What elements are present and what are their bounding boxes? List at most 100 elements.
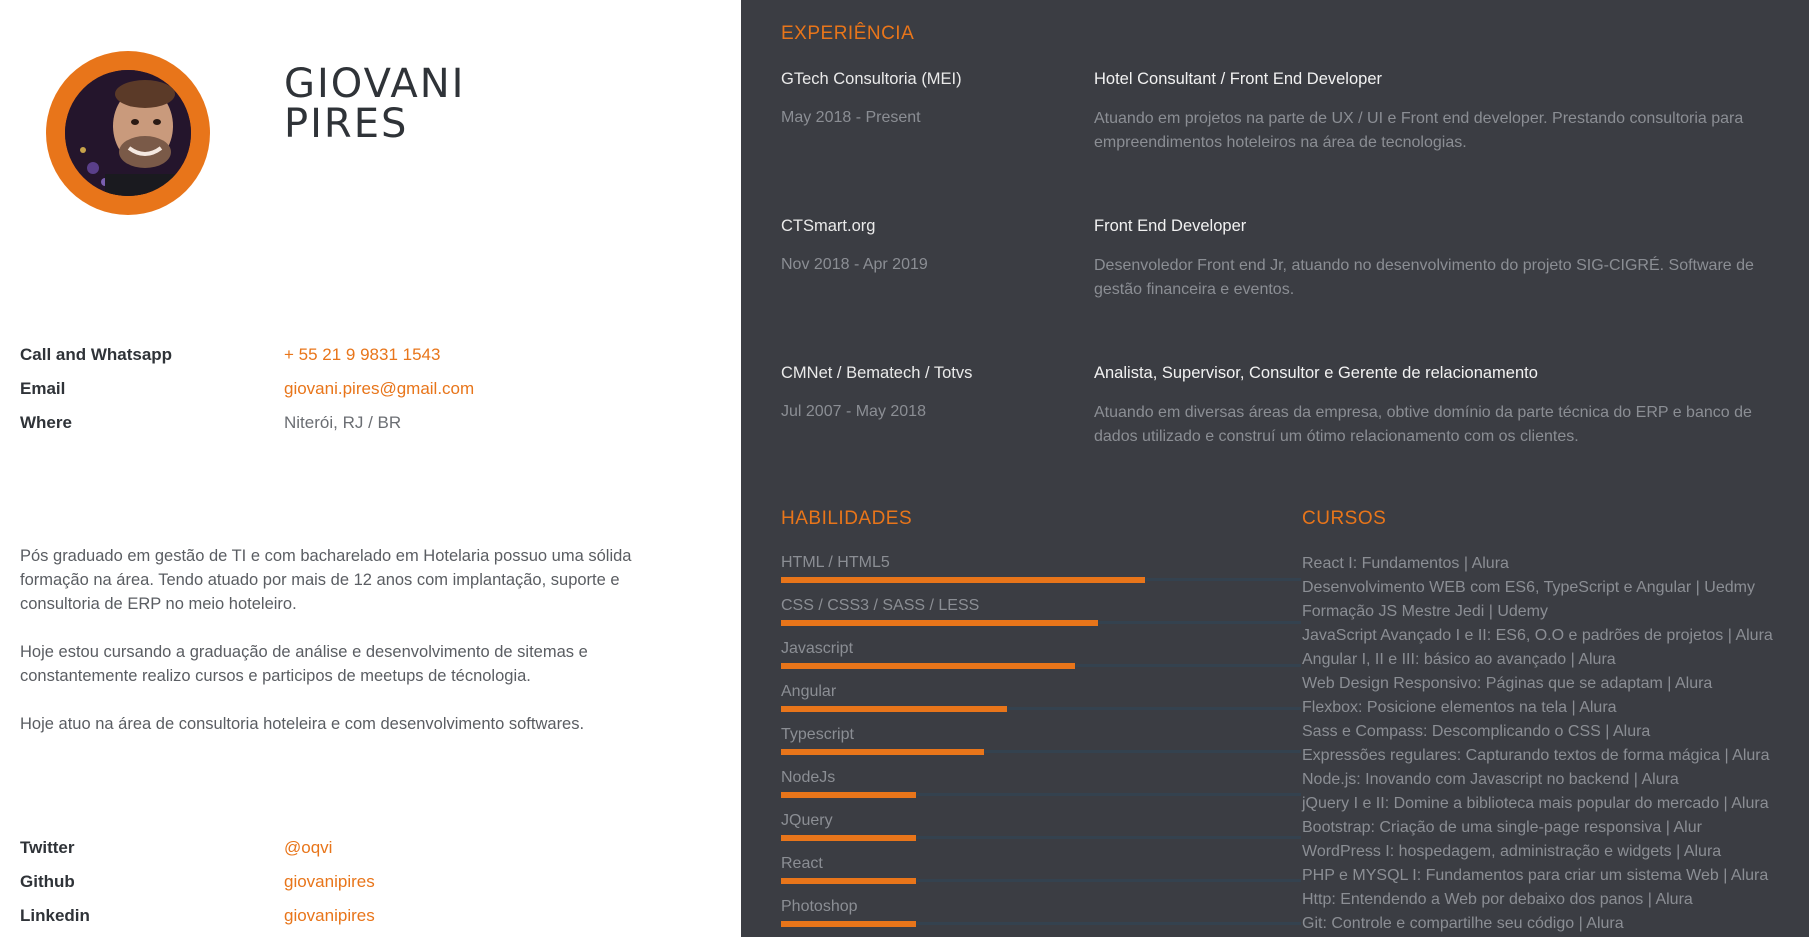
job-role: Hotel Consultant / Front End Developer [1094, 70, 1382, 88]
about-paragraph: Pós graduado em gestão de TI e com bacha… [20, 547, 632, 613]
about-paragraph: Hoje estou cursando a graduação de análi… [20, 643, 588, 685]
skill-item: Photoshop [781, 896, 1301, 937]
social-row-twitter: Twitter @oqvi [20, 831, 375, 865]
job-dates: May 2018 - Present [781, 109, 921, 126]
skill-name: Photoshop [781, 898, 858, 915]
course-item: Web Design Responsivo: Páginas que se ad… [1302, 675, 1713, 692]
avatar [46, 51, 210, 215]
skill-bar-track [781, 620, 1301, 626]
courses-list: React I: Fundamentos | Alura Desenvolvime… [1302, 552, 1802, 936]
first-name: GIOVANI [284, 61, 466, 107]
course-item: Angular I, II e III: básico ao avançado … [1302, 651, 1616, 668]
social-row-github: Github giovanipires [20, 865, 375, 899]
job-dates: Jul 2007 - May 2018 [781, 403, 926, 420]
skill-bar-fill [781, 663, 1075, 669]
social-links: Twitter @oqvi Github giovanipires Linked… [20, 831, 375, 933]
skills-list: HTML / HTML5 CSS / CSS3 / SASS / LESS Java… [781, 552, 1301, 937]
course-item: Desenvolvimento WEB com ES6, TypeScript … [1302, 579, 1755, 596]
contact-row-email: Email giovani.pires@gmail.com [20, 372, 474, 406]
skill-bar-fill [781, 835, 917, 841]
course-item: Expressões regulares: Capturando textos … [1302, 747, 1770, 764]
skill-bar-fill [781, 878, 917, 884]
contact-info: Call and Whatsapp + 55 21 9 9831 1543 Em… [20, 338, 474, 440]
social-label: Linkedin [20, 906, 90, 925]
job-company: CTSmart.org [781, 217, 876, 235]
email-link[interactable]: giovani.pires@gmail.com [284, 379, 474, 399]
job-description: Atuando em projetos na parte de UX / UI … [1094, 110, 1744, 151]
course-item: jQuery I e II: Domine a biblioteca mais … [1302, 795, 1769, 812]
skill-item: CSS / CSS3 / SASS / LESS [781, 595, 1301, 638]
skill-bar-fill [781, 577, 1145, 583]
about-paragraph: Hoje atuo na área de consultoria hotelei… [20, 715, 585, 733]
skill-bar-track [781, 663, 1301, 669]
social-label: Github [20, 872, 75, 891]
course-item: Flexbox: Posicione elementos na tela | A… [1302, 699, 1617, 716]
skill-item: Typescript [781, 724, 1301, 767]
job-company: CMNet / Bematech / Totvs [781, 364, 973, 382]
skill-name: Angular [781, 683, 837, 700]
job-role: Analista, Supervisor, Consultor e Gerent… [1094, 364, 1538, 382]
skill-bar-track [781, 749, 1301, 755]
skill-bar-fill [781, 921, 917, 927]
skill-bar-fill [781, 749, 984, 755]
resume-panel: EXPERIÊNCIA GTech Consultoria (MEI) May … [741, 0, 1809, 937]
about-text: Pós graduado em gestão de TI e com bacha… [20, 544, 640, 760]
location-value: Niterói, RJ / BR [284, 413, 402, 432]
skill-item: Angular [781, 681, 1301, 724]
skill-bar-track [781, 878, 1301, 884]
skill-bar-track [781, 706, 1301, 712]
job-description: Atuando em diversas áreas da empresa, ob… [1094, 404, 1752, 445]
course-item: Node.js: Inovando com Javascript no back… [1302, 771, 1679, 788]
contact-label: Email [20, 379, 66, 398]
course-item: Http: Entendendo a Web por debaixo dos p… [1302, 891, 1693, 908]
skill-name: JQuery [781, 812, 833, 829]
course-item: React I: Fundamentos | Alura [1302, 555, 1509, 572]
profile-name: GIOVANI PIRES [284, 64, 465, 144]
skill-bar-track [781, 792, 1301, 798]
job-dates: Nov 2018 - Apr 2019 [781, 256, 928, 273]
courses-title: CURSOS [1302, 508, 1387, 529]
course-item: Formação JS Mestre Jedi | Udemy [1302, 603, 1549, 620]
phone-link[interactable]: + 55 21 9 9831 1543 [284, 345, 440, 365]
skill-name: NodeJs [781, 769, 836, 786]
contact-label: Call and Whatsapp [20, 345, 173, 364]
skill-name: Javascript [781, 640, 854, 657]
skill-bar-fill [781, 706, 1008, 712]
skill-item: JQuery [781, 810, 1301, 853]
course-item: Git: Controle e compartilhe seu código |… [1302, 915, 1624, 932]
skill-name: Typescript [781, 726, 854, 743]
skill-name: CSS / CSS3 / SASS / LESS [781, 597, 980, 614]
skills-title: HABILIDADES [781, 508, 913, 529]
social-label: Twitter [20, 838, 75, 857]
github-link[interactable]: giovanipires [284, 872, 375, 892]
experience-title: EXPERIÊNCIA [781, 23, 915, 44]
contact-row-phone: Call and Whatsapp + 55 21 9 9831 1543 [20, 338, 474, 372]
skill-item: React [781, 853, 1301, 896]
job-description: Desenvoledor Front end Jr, atuando no de… [1094, 257, 1754, 298]
last-name: PIRES [284, 101, 409, 147]
course-item: WordPress I: hospedagem, administração e… [1302, 843, 1722, 860]
contact-row-location: Where Niterói, RJ / BR [20, 406, 474, 440]
skill-bar-track [781, 921, 1301, 927]
skill-bar-track [781, 835, 1301, 841]
twitter-link[interactable]: @oqvi [284, 838, 332, 858]
job-company: GTech Consultoria (MEI) [781, 70, 962, 88]
skill-name: HTML / HTML5 [781, 554, 890, 571]
course-item: Sass e Compass: Descomplicando o CSS | A… [1302, 723, 1651, 740]
skill-bar-track [781, 577, 1301, 583]
course-item: PHP e MYSQL I: Fundamentos para criar um… [1302, 867, 1769, 884]
skill-name: React [781, 855, 823, 872]
skill-item: HTML / HTML5 [781, 552, 1301, 595]
job-role: Front End Developer [1094, 217, 1247, 235]
profile-panel: GIOVANI PIRES Call and Whatsapp + 55 21 … [0, 0, 741, 937]
skill-item: NodeJs [781, 767, 1301, 810]
course-item: Bootstrap: Criação de uma single-page re… [1302, 819, 1702, 836]
avatar-photo [65, 70, 191, 196]
course-item: JavaScript Avançado I e II: ES6, O.O e p… [1302, 627, 1773, 644]
skill-bar-fill [781, 620, 1099, 626]
contact-label: Where [20, 413, 72, 432]
linkedin-link[interactable]: giovanipires [284, 906, 375, 926]
social-row-linkedin: Linkedin giovanipires [20, 899, 375, 933]
skill-item: Javascript [781, 638, 1301, 681]
skill-bar-fill [781, 792, 917, 798]
